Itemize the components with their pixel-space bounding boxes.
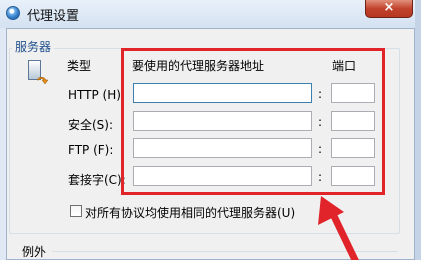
exceptions-group-border — [52, 251, 398, 252]
http-label: HTTP (H): — [68, 88, 125, 102]
network-computer-icon — [28, 60, 48, 88]
window-title: 代理设置 — [27, 9, 80, 24]
type-column-header: 类型 — [67, 59, 92, 73]
annotation-highlight-box — [121, 48, 385, 195]
same-proxy-checkbox[interactable] — [70, 205, 82, 217]
secure-label: 安全(S): — [68, 118, 114, 132]
internet-options-icon — [6, 6, 20, 20]
window-edge — [415, 0, 421, 260]
socks-label: 套接字(C): — [68, 173, 126, 187]
same-proxy-label[interactable]: 对所有协议均使用相同的代理服务器(U) — [85, 204, 295, 221]
title-bar: 代理设置 × — [0, 0, 421, 28]
exceptions-group-label: 例外 — [22, 245, 47, 259]
servers-group-label: 服务器 — [12, 38, 55, 55]
close-button[interactable]: × — [365, 0, 413, 18]
ftp-label: FTP (F): — [68, 143, 114, 157]
